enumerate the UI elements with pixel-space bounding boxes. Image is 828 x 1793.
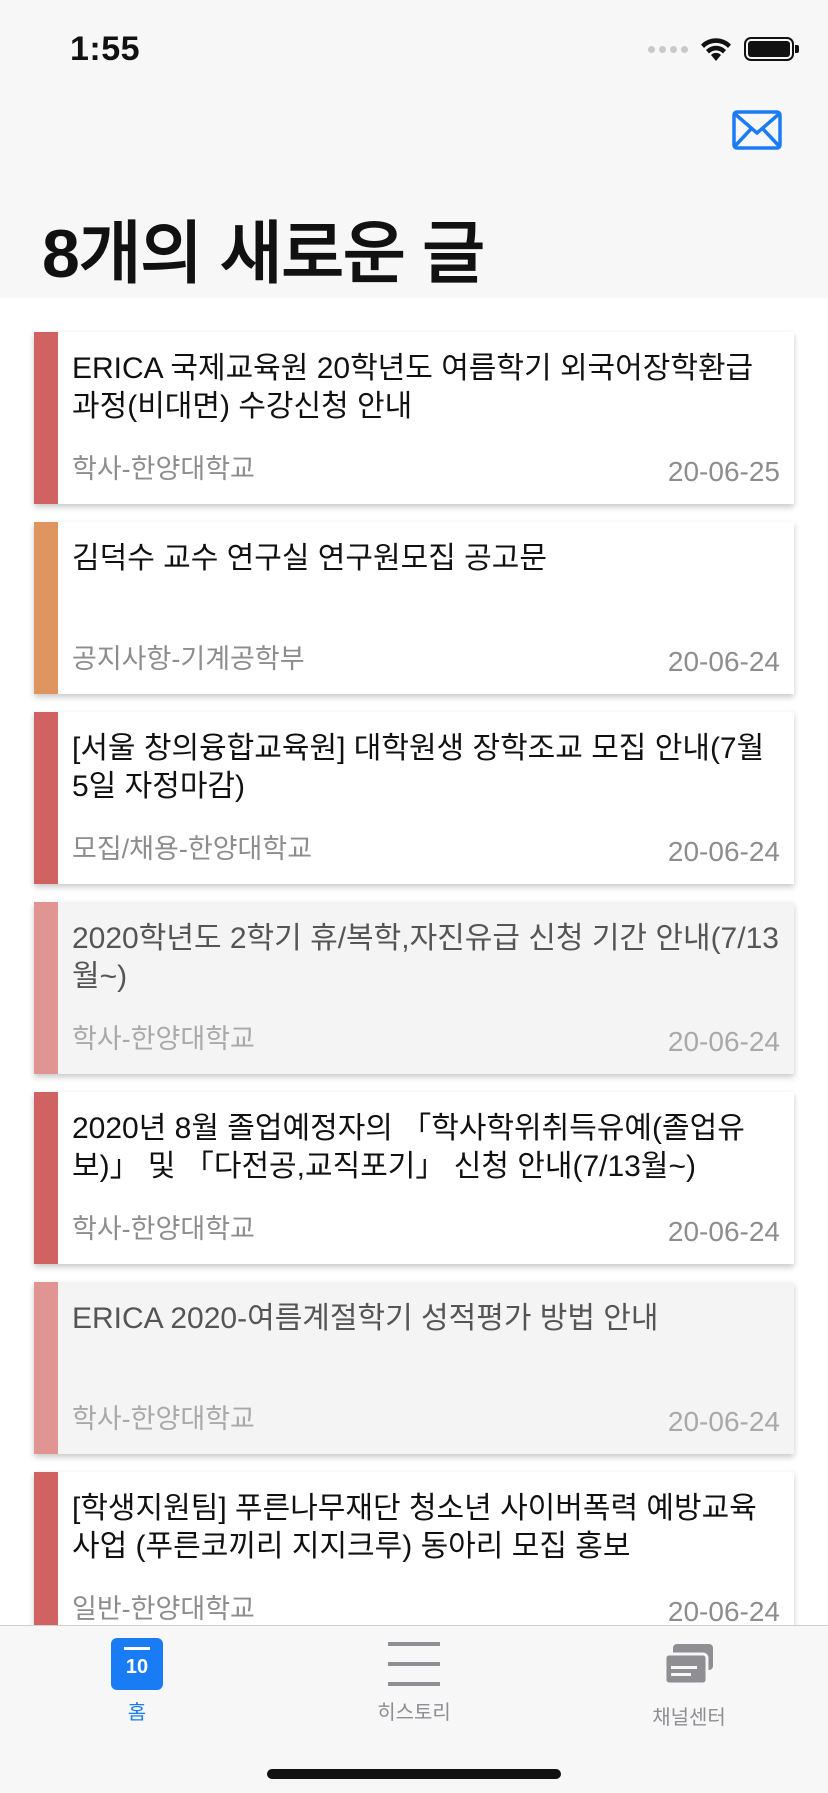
status-time: 1:55 — [70, 30, 141, 68]
post-title: 2020학년도 2학기 휴/복학,자진유급 신청 기간 안내(7/13월~) — [72, 922, 779, 993]
home-indicator[interactable] — [267, 1769, 561, 1779]
post-title: ERICA 2020-여름계절학기 성적평가 방법 안내 — [72, 1302, 659, 1335]
post-card[interactable]: [서울 창의융합교육원] 대학원생 장학조교 모집 안내(7월 5일 자정마감)… — [34, 712, 794, 884]
category-color-bar — [34, 1282, 58, 1454]
wifi-icon — [701, 38, 731, 61]
tab-channel-center[interactable]: 채널센터 — [609, 1638, 769, 1730]
category-color-bar — [34, 902, 58, 1074]
tab-history[interactable]: 히스토리 — [334, 1638, 494, 1725]
post-date: 20-06-24 — [667, 836, 780, 867]
category-color-bar — [34, 1092, 58, 1264]
post-title: ERICA 국제교육원 20학년도 여름학기 외국어장학환급과정(비대면) 수강… — [72, 352, 754, 423]
post-date: 20-06-25 — [667, 456, 780, 487]
post-date: 20-06-24 — [667, 1596, 780, 1625]
navigation-header: 1:55 8개의 새로운 글 — [0, 0, 828, 299]
category-color-bar — [34, 712, 58, 884]
cards-stack-icon — [663, 1644, 713, 1686]
tab-home[interactable]: 10 홈 — [57, 1638, 217, 1725]
mail-icon[interactable] — [732, 110, 782, 150]
post-card[interactable]: ERICA 국제교육원 20학년도 여름학기 외국어장학환급과정(비대면) 수강… — [34, 332, 794, 504]
category-color-bar — [34, 332, 58, 504]
page-title: 8개의 새로운 글 — [42, 216, 485, 292]
status-icons — [648, 34, 799, 64]
tab-bar: 10 홈 히스토리 채널센터 — [0, 1625, 828, 1793]
post-source: 학사-한양대학교 — [72, 1404, 255, 1434]
post-card[interactable]: [학생지원팀] 푸른나무재단 청소년 사이버폭력 예방교육사업 (푸른코끼리 지… — [34, 1472, 794, 1625]
post-card-read[interactable]: 2020학년도 2학기 휴/복학,자진유급 신청 기간 안내(7/13월~) 학… — [34, 902, 794, 1074]
post-source: 학사-한양대학교 — [72, 1214, 255, 1244]
post-card[interactable]: 김덕수 교수 연구실 연구원모집 공고문 공지사항-기계공학부 20-06-24 — [34, 522, 794, 694]
calendar-home-icon: 10 — [111, 1638, 163, 1690]
post-list[interactable]: ERICA 국제교육원 20학년도 여름학기 외국어장학환급과정(비대면) 수강… — [0, 298, 828, 1625]
post-card-read[interactable]: ERICA 2020-여름계절학기 성적평가 방법 안내 학사-한양대학교 20… — [34, 1282, 794, 1454]
tab-home-label: 홈 — [127, 1702, 147, 1724]
tab-channel-center-label: 채널센터 — [652, 1707, 726, 1729]
post-date: 20-06-24 — [667, 646, 780, 677]
tab-history-label: 히스토리 — [377, 1702, 451, 1724]
post-title: 2020년 8월 졸업예정자의 「학사학위취득유예(졸업유보)」 및 「다전공,… — [72, 1112, 745, 1183]
post-card[interactable]: 2020년 8월 졸업예정자의 「학사학위취득유예(졸업유보)」 및 「다전공,… — [34, 1092, 794, 1264]
post-source: 학사-한양대학교 — [72, 454, 255, 484]
status-bar: 1:55 — [0, 0, 828, 100]
post-title: 김덕수 교수 연구실 연구원모집 공고문 — [72, 542, 547, 575]
post-source: 모집/채용-한양대학교 — [72, 834, 313, 864]
post-title: [학생지원팀] 푸른나무재단 청소년 사이버폭력 예방교육사업 (푸른코끼리 지… — [72, 1492, 757, 1563]
post-date: 20-06-24 — [667, 1406, 780, 1437]
battery-icon — [744, 37, 799, 61]
cellular-signal-icon — [648, 45, 688, 53]
post-source: 학사-한양대학교 — [72, 1024, 255, 1054]
post-date: 20-06-24 — [667, 1216, 780, 1247]
post-source: 일반-한양대학교 — [72, 1594, 255, 1624]
post-source: 공지사항-기계공학부 — [72, 644, 305, 674]
post-title: [서울 창의융합교육원] 대학원생 장학조교 모집 안내(7월 5일 자정마감) — [72, 732, 765, 803]
category-color-bar — [34, 1472, 58, 1625]
category-color-bar — [34, 522, 58, 694]
post-date: 20-06-24 — [667, 1026, 780, 1057]
list-lines-icon — [388, 1638, 440, 1690]
